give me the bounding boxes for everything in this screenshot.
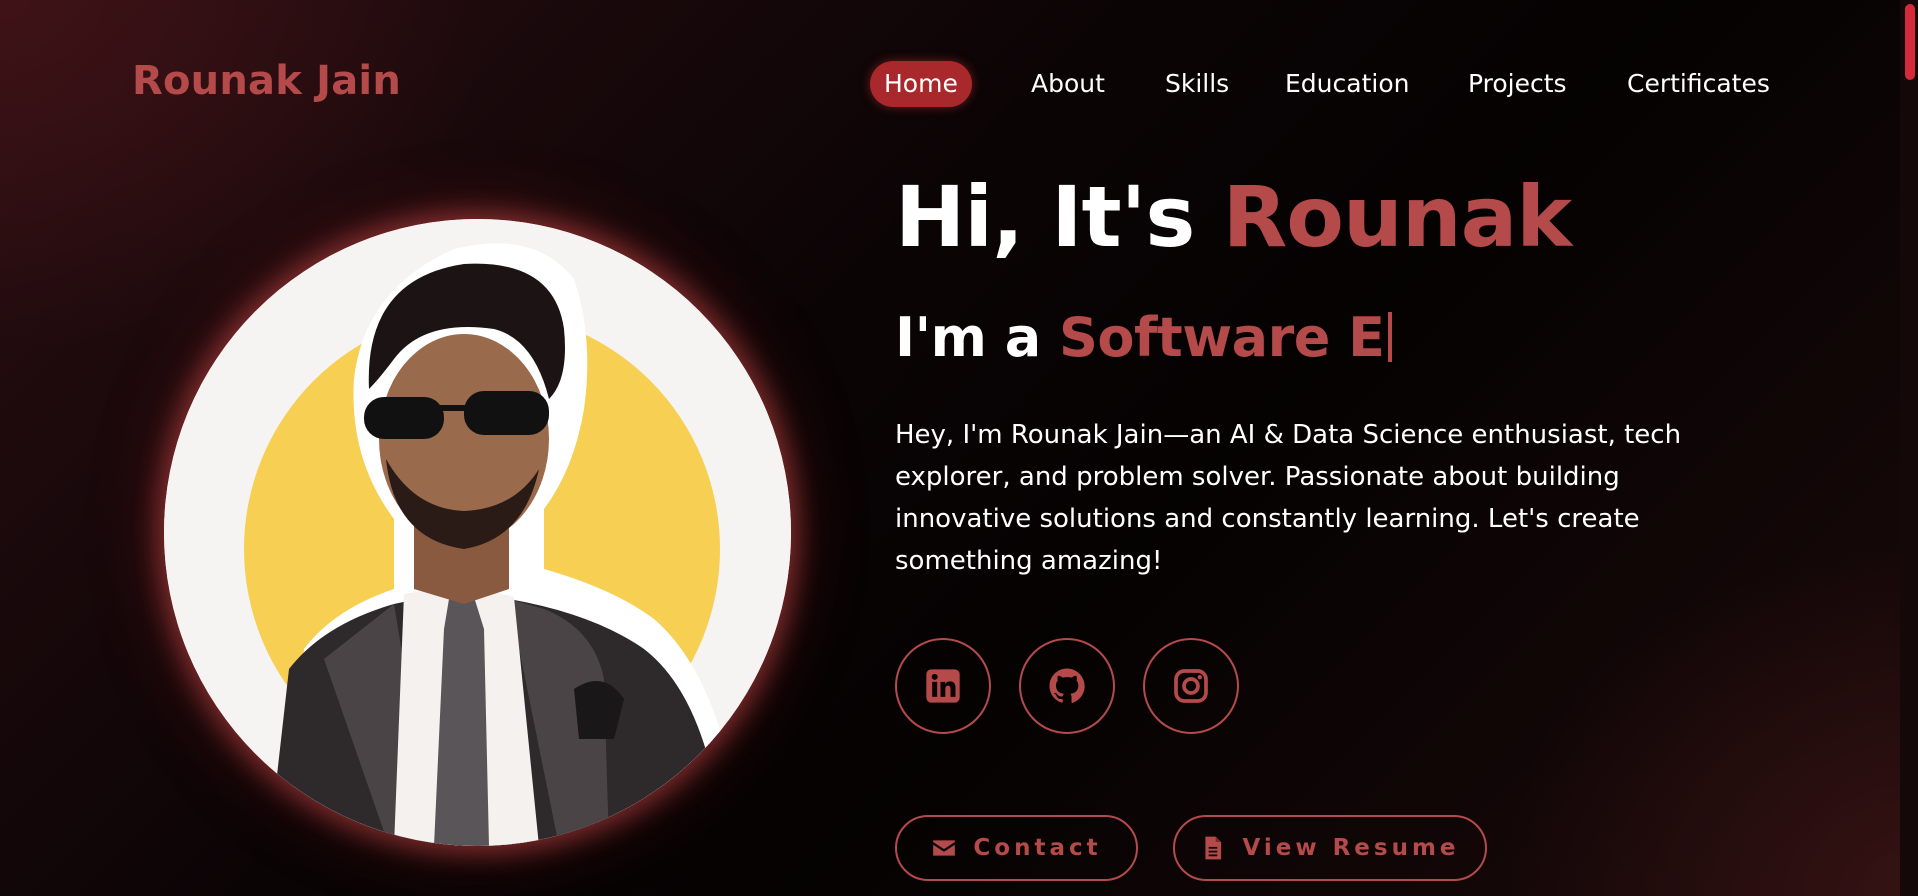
linkedin-icon — [926, 669, 960, 703]
nav-education[interactable]: Education — [1285, 61, 1409, 107]
nav-skills[interactable]: Skills — [1165, 61, 1229, 107]
contact-button[interactable]: Contact — [895, 815, 1138, 881]
hero-role-typed: Software E — [1058, 306, 1385, 369]
profile-photo — [164, 219, 791, 846]
hero-greeting: Hi, It's — [895, 168, 1223, 266]
scrollbar-thumb[interactable] — [1905, 4, 1915, 80]
instagram-link[interactable] — [1143, 638, 1239, 734]
view-resume-button-label: View Resume — [1242, 835, 1460, 861]
contact-button-label: Contact — [973, 835, 1102, 861]
view-resume-button[interactable]: View Resume — [1173, 815, 1487, 881]
hero-role-prefix: I'm a — [895, 306, 1041, 369]
page-scrollbar[interactable] — [1900, 0, 1918, 896]
nav-home[interactable]: Home — [870, 61, 972, 107]
instagram-icon — [1174, 669, 1208, 703]
hero-role: I'm a Software E — [895, 306, 1392, 369]
nav-certificates[interactable]: Certificates — [1627, 61, 1770, 107]
typing-cursor — [1387, 312, 1392, 362]
hero-bio: Hey, I'm Rounak Jain—an AI & Data Scienc… — [895, 420, 1682, 576]
github-link[interactable] — [1019, 638, 1115, 734]
document-icon — [1205, 836, 1222, 860]
site-logo[interactable]: Rounak Jain — [132, 58, 401, 104]
nav-about[interactable]: About — [1031, 61, 1105, 107]
envelope-icon — [933, 840, 956, 856]
linkedin-link[interactable] — [895, 638, 991, 734]
profile-portrait-illustration — [164, 219, 791, 846]
hero-title: Hi, It's Rounak — [895, 168, 1573, 266]
hero-name: Rounak — [1222, 168, 1573, 266]
page: Rounak Jain Home About Skills Education … — [0, 0, 1918, 896]
nav-projects[interactable]: Projects — [1468, 61, 1567, 107]
github-icon — [1049, 668, 1085, 703]
